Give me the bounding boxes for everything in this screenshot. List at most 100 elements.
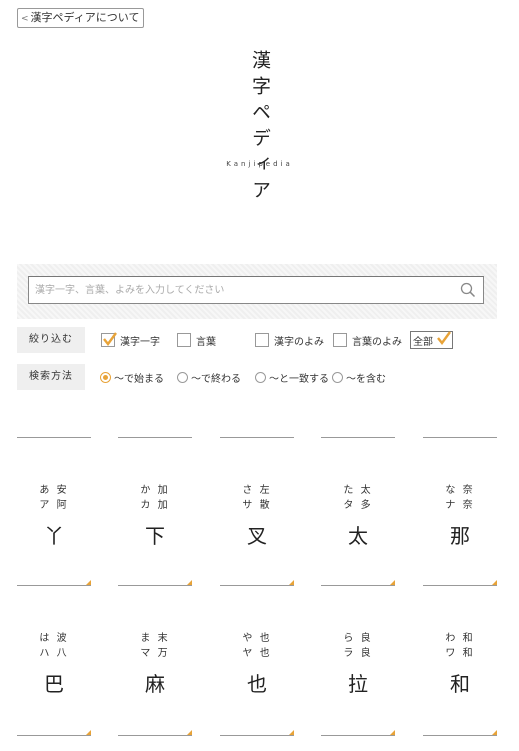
hiragana-reading: は 波 — [39, 633, 69, 644]
method-option-label: 〜と一致する — [269, 373, 329, 385]
corner-marker — [390, 580, 395, 585]
filter-option-word[interactable]: 言葉 — [177, 332, 216, 348]
filter-option-label: 言葉 — [196, 336, 216, 348]
radio-button[interactable] — [100, 371, 111, 383]
kanji-char: 和 — [450, 672, 470, 696]
cell-divider — [423, 585, 497, 586]
katakana-reading: タ 多 — [343, 500, 373, 511]
cell-divider — [17, 735, 91, 736]
corner-marker — [492, 730, 497, 735]
kana-cell-a[interactable]: あ 安 ア 阿 丫 — [17, 438, 91, 586]
checkbox[interactable] — [255, 333, 269, 347]
hiragana-reading: ま 末 — [140, 633, 170, 644]
corner-marker — [187, 580, 192, 585]
site-logo[interactable]: 漢字ペディア — [0, 50, 519, 210]
katakana-reading: ア 阿 — [39, 500, 69, 511]
radio-button[interactable] — [177, 371, 188, 383]
katakana-reading: ヤ 也 — [242, 648, 272, 659]
checkbox[interactable] — [436, 331, 451, 347]
kanji-char: 拉 — [348, 672, 368, 696]
corner-marker — [289, 580, 294, 585]
kana-cell-ha[interactable]: は 波 ハ 八 巴 — [17, 588, 91, 736]
hiragana-reading: た 太 — [343, 485, 373, 496]
kana-cell-ya[interactable]: や 也 ヤ 也 也 — [220, 588, 294, 736]
kanji-char: 叉 — [247, 524, 267, 548]
kanji-char: 那 — [450, 524, 470, 548]
kana-cell-ka[interactable]: か 加 カ 加 下 — [118, 438, 192, 586]
katakana-reading: サ 散 — [242, 500, 272, 511]
kanji-char: 下 — [145, 524, 165, 548]
radio-button[interactable] — [255, 371, 266, 383]
search-input[interactable] — [29, 277, 455, 303]
cell-divider — [17, 585, 91, 586]
filter-option-label: 漢字一字 — [120, 336, 160, 348]
checkbox[interactable] — [177, 333, 191, 347]
method-option-label: 〜を含む — [346, 373, 386, 385]
search-button[interactable] — [459, 281, 477, 299]
hiragana-reading: な 奈 — [445, 485, 475, 496]
method-option-exact[interactable]: 〜と一致する — [255, 369, 329, 385]
katakana-reading: ワ 和 — [445, 648, 475, 659]
checkmark-icon — [437, 331, 451, 345]
filter-option-label: 漢字のよみ — [274, 336, 324, 348]
hiragana-reading: や 也 — [242, 633, 272, 644]
filter-label: 絞り込む — [17, 327, 85, 353]
chevron-left-icon: < — [21, 14, 29, 24]
filter-option-word-reading[interactable]: 言葉のよみ — [333, 332, 402, 348]
checkbox[interactable] — [101, 332, 117, 347]
kana-cell-na[interactable]: な 奈 ナ 奈 那 — [423, 438, 497, 586]
katakana-reading: マ 万 — [140, 648, 170, 659]
cell-divider — [321, 585, 395, 586]
filter-all-label: 全部 — [413, 336, 433, 348]
hiragana-reading: あ 安 — [39, 485, 69, 496]
cell-divider — [220, 585, 294, 586]
filter-all-toggle[interactable]: 全部 — [410, 331, 453, 349]
katakana-reading: ラ 良 — [343, 648, 373, 659]
kanji-char: 也 — [247, 672, 267, 696]
kanji-char: 麻 — [145, 672, 165, 696]
kana-cell-ra[interactable]: ら 良 ラ 良 拉 — [321, 588, 395, 736]
search-icon — [460, 282, 476, 298]
method-option-starts-with[interactable]: 〜で始まる — [100, 369, 164, 385]
kanji-char: 巴 — [44, 672, 64, 696]
checkbox[interactable] — [333, 333, 347, 347]
search-area — [17, 264, 497, 319]
filter-option-kanji[interactable]: 漢字一字 — [101, 332, 160, 348]
kanji-char: 丫 — [44, 524, 64, 548]
corner-marker — [86, 730, 91, 735]
corner-marker — [390, 730, 395, 735]
kanji-char: 太 — [348, 524, 368, 548]
kana-cell-ma[interactable]: ま 末 マ 万 麻 — [118, 588, 192, 736]
cell-divider — [118, 585, 192, 586]
logo-subtitle: Kanjipedia — [226, 160, 293, 168]
corner-marker — [187, 730, 192, 735]
kana-cell-sa[interactable]: さ 左 サ 散 叉 — [220, 438, 294, 586]
katakana-reading: カ 加 — [140, 500, 170, 511]
corner-marker — [86, 580, 91, 585]
method-option-contains[interactable]: 〜を含む — [332, 369, 386, 385]
about-kanjipedia-link[interactable]: < 漢字ペディアについて — [17, 8, 145, 28]
cell-divider — [423, 735, 497, 736]
method-option-ends-with[interactable]: 〜で終わる — [177, 369, 241, 385]
cell-divider — [220, 735, 294, 736]
method-option-label: 〜で始まる — [114, 373, 164, 385]
hiragana-reading: わ 和 — [445, 633, 475, 644]
hiragana-reading: か 加 — [140, 485, 170, 496]
hiragana-reading: ら 良 — [343, 633, 373, 644]
kana-cell-ta[interactable]: た 太 タ 多 太 — [321, 438, 395, 586]
corner-marker — [289, 730, 294, 735]
hiragana-reading: さ 左 — [242, 485, 272, 496]
radio-button[interactable] — [332, 371, 343, 383]
kana-cell-wa[interactable]: わ 和 ワ 和 和 — [423, 588, 497, 736]
search-method-label: 検索方法 — [17, 364, 85, 390]
corner-marker — [492, 580, 497, 585]
katakana-reading: ハ 八 — [39, 648, 69, 659]
method-option-label: 〜で終わる — [191, 373, 241, 385]
logo-title: 漢字ペディア — [249, 50, 271, 206]
search-box — [28, 276, 484, 304]
checkmark-icon — [103, 332, 117, 346]
cell-divider — [118, 735, 192, 736]
filter-option-kanji-reading[interactable]: 漢字のよみ — [255, 332, 324, 348]
about-link-label: 漢字ペディアについて — [30, 11, 140, 24]
filter-option-label: 言葉のよみ — [352, 336, 402, 348]
